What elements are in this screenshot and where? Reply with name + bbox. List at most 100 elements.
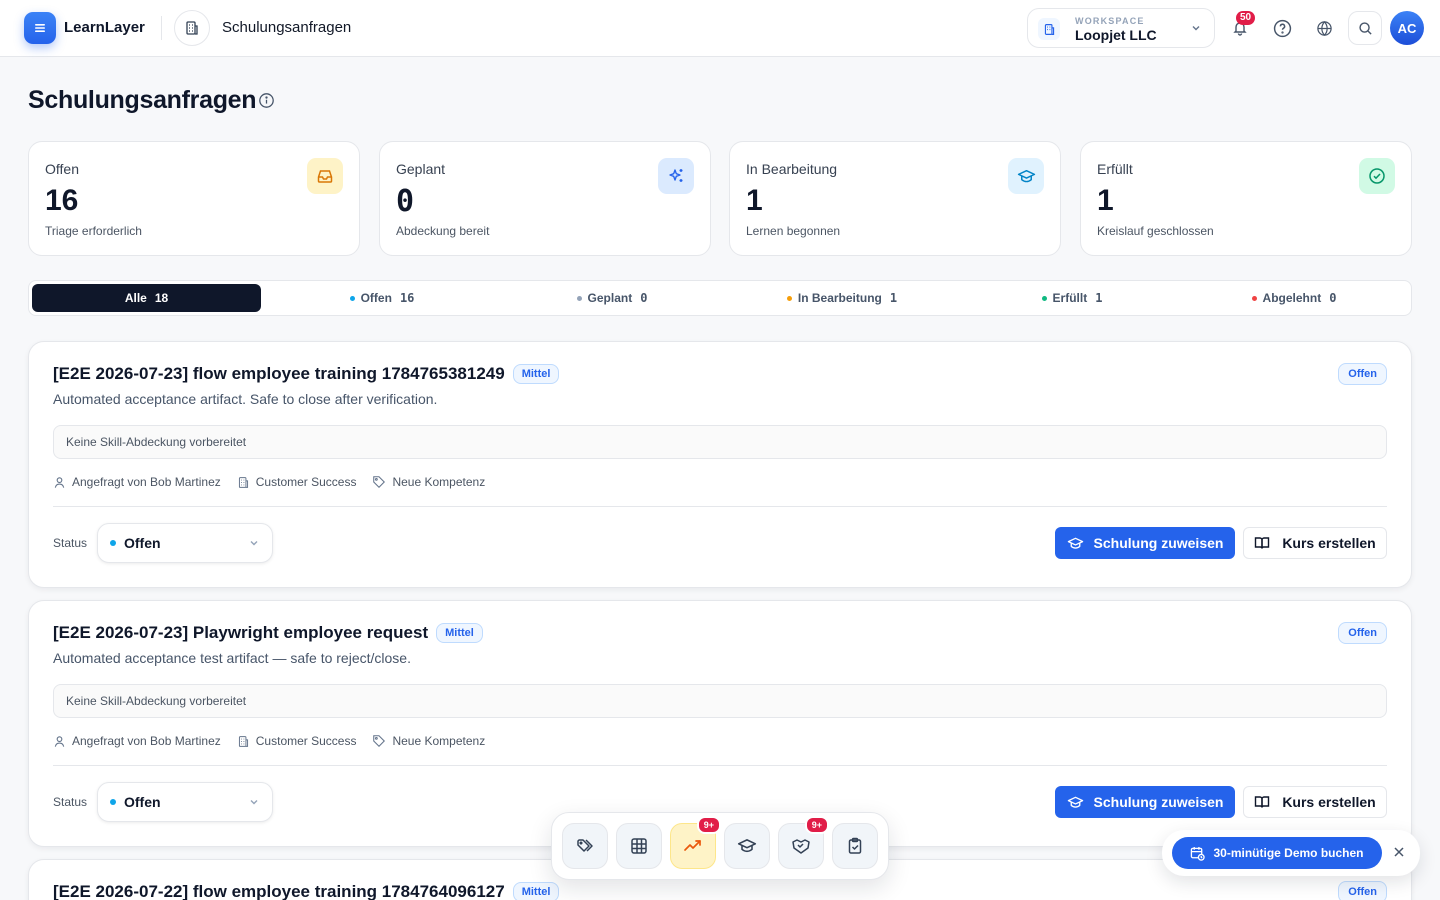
tab-label: Abgelehnt bbox=[1262, 291, 1322, 305]
assign-training-button[interactable]: Schulung zuweisen bbox=[1055, 527, 1235, 559]
status-select-value: Offen bbox=[124, 794, 161, 810]
user-icon bbox=[54, 476, 65, 488]
bottom-dock: 9+ 9+ bbox=[551, 812, 889, 880]
status-filter-tabs: Alle 18 Offen 16 Geplant 0 In Bearbeitun… bbox=[28, 280, 1412, 316]
tab-label: In Bearbeitung bbox=[797, 291, 882, 305]
workspace-label: WORKSPACE bbox=[1075, 16, 1145, 26]
workspace-selector[interactable]: WORKSPACE Loopjet LLC bbox=[1027, 8, 1215, 48]
stat-subtitle: Triage erforderlich bbox=[45, 224, 142, 238]
handshake-icon bbox=[792, 839, 810, 854]
assign-training-button[interactable]: Schulung zuweisen bbox=[1055, 786, 1235, 818]
language-button[interactable] bbox=[1308, 12, 1340, 44]
dock-handshake-button[interactable]: 9+ bbox=[778, 816, 829, 869]
tab-label: Alle bbox=[124, 291, 147, 305]
request-card: [E2E 2026-07-23] Playwright employee req… bbox=[28, 600, 1412, 847]
request-description: Automated acceptance artifact. Safe to c… bbox=[53, 391, 438, 407]
sparkles-icon bbox=[658, 158, 694, 194]
chevron-down-icon bbox=[250, 800, 258, 805]
status-label: Status bbox=[53, 536, 88, 550]
trending-up-icon bbox=[684, 840, 701, 851]
status-label: Status bbox=[53, 795, 88, 809]
request-description: Automated acceptance test artifact — saf… bbox=[53, 650, 411, 666]
info-icon[interactable] bbox=[258, 92, 275, 109]
tab-count: 0 bbox=[640, 291, 648, 305]
tab-erfuellt[interactable]: Erfüllt 1 bbox=[957, 284, 1187, 312]
tab-in-bearbeitung[interactable]: In Bearbeitung 1 bbox=[727, 284, 957, 312]
status-dot bbox=[349, 295, 355, 301]
status-select[interactable]: Offen bbox=[97, 782, 273, 822]
book-demo-button[interactable]: 30-minütige Demo buchen bbox=[1172, 837, 1382, 869]
category: Neue Kompetenz bbox=[372, 734, 485, 748]
graduation-cap-icon bbox=[1067, 537, 1083, 549]
stat-value: 16 bbox=[45, 184, 79, 217]
grid-icon bbox=[631, 838, 647, 854]
department: Customer Success bbox=[237, 734, 357, 748]
tab-geplant[interactable]: Geplant 0 bbox=[497, 284, 727, 312]
header-divider bbox=[161, 16, 162, 40]
skill-coverage-box: Keine Skill-Abdeckung vorbereitet bbox=[53, 425, 1387, 459]
create-course-button[interactable]: Kurs erstellen bbox=[1243, 527, 1387, 559]
priority-badge: Mittel bbox=[436, 623, 483, 643]
workspace-name: Loopjet LLC bbox=[1075, 27, 1157, 43]
tab-count: 1 bbox=[1095, 291, 1103, 305]
department: Customer Success bbox=[237, 475, 356, 489]
category-text: Neue Kompetenz bbox=[392, 734, 486, 748]
status-dot bbox=[110, 540, 116, 546]
create-course-button[interactable]: Kurs erstellen bbox=[1243, 786, 1387, 818]
search-button[interactable] bbox=[1348, 11, 1382, 45]
tab-count: 1 bbox=[889, 291, 898, 305]
department-text: Customer Success bbox=[255, 734, 357, 748]
card-divider bbox=[53, 506, 1387, 507]
app-name: LearnLayer bbox=[64, 19, 145, 36]
search-icon bbox=[1358, 21, 1372, 35]
building-icon bbox=[238, 735, 248, 747]
tab-label: Erfüllt bbox=[1052, 291, 1088, 305]
close-icon[interactable] bbox=[1391, 844, 1407, 860]
status-badge: Offen bbox=[1338, 622, 1387, 644]
book-open-icon bbox=[1255, 537, 1270, 549]
category: Neue Kompetenz bbox=[372, 475, 485, 489]
request-title-row: [E2E 2026-07-23] Playwright employee req… bbox=[53, 623, 483, 643]
building-icon bbox=[174, 10, 210, 46]
card-divider bbox=[53, 765, 1387, 766]
button-label: Schulung zuweisen bbox=[1093, 535, 1224, 551]
request-title[interactable]: [E2E 2026-07-23] Playwright employee req… bbox=[53, 623, 428, 643]
tab-count: 16 bbox=[399, 291, 415, 305]
tab-abgelehnt[interactable]: Abgelehnt 0 bbox=[1179, 284, 1409, 312]
help-button[interactable] bbox=[1266, 12, 1298, 44]
request-title[interactable]: [E2E 2026-07-23] flow employee training … bbox=[53, 364, 505, 384]
request-title-row: [E2E 2026-07-22] flow employee training … bbox=[53, 882, 560, 900]
requester-text: Angefragt von Bob Martinez bbox=[72, 475, 221, 489]
graduation-cap-icon bbox=[737, 839, 757, 853]
help-circle-icon bbox=[1273, 19, 1291, 37]
stat-card-in-bearbeitung: In Bearbeitung 1 Lernen begonnen bbox=[729, 141, 1061, 256]
stat-card-geplant: Geplant 0 Abdeckung bereit bbox=[379, 141, 711, 256]
status-dot bbox=[110, 799, 116, 805]
user-icon bbox=[54, 735, 65, 747]
status-select[interactable]: Offen bbox=[97, 523, 273, 563]
tab-alle[interactable]: Alle 18 bbox=[32, 284, 261, 312]
status-dot bbox=[786, 295, 792, 301]
request-meta: Angefragt von Bob Martinez Customer Succ… bbox=[53, 475, 485, 489]
dock-clipboard-button[interactable] bbox=[832, 823, 878, 869]
dock-grid-button[interactable] bbox=[616, 823, 662, 869]
dock-trending-button[interactable]: 9+ bbox=[670, 816, 721, 869]
chevron-down-icon bbox=[250, 541, 258, 546]
menu-lines-icon bbox=[35, 24, 45, 32]
stat-value: 1 bbox=[746, 184, 763, 217]
request-title[interactable]: [E2E 2026-07-22] flow employee training … bbox=[53, 882, 505, 900]
dock-training-button[interactable] bbox=[724, 823, 770, 869]
status-select-value: Offen bbox=[124, 535, 161, 551]
app-logo[interactable] bbox=[24, 12, 56, 44]
book-open-icon bbox=[1255, 796, 1270, 808]
stat-value: 1 bbox=[1097, 184, 1114, 217]
globe-icon bbox=[1316, 20, 1332, 36]
page-title: Schulungsanfragen bbox=[28, 86, 257, 114]
inbox-icon bbox=[307, 158, 343, 194]
user-avatar[interactable]: AC bbox=[1390, 11, 1424, 45]
dock-tags-button[interactable] bbox=[562, 823, 608, 869]
request-meta: Angefragt von Bob Martinez Customer Succ… bbox=[53, 734, 485, 748]
check-circle-icon bbox=[1359, 158, 1395, 194]
tag-icon bbox=[373, 476, 386, 488]
tab-offen[interactable]: Offen 16 bbox=[267, 284, 497, 312]
